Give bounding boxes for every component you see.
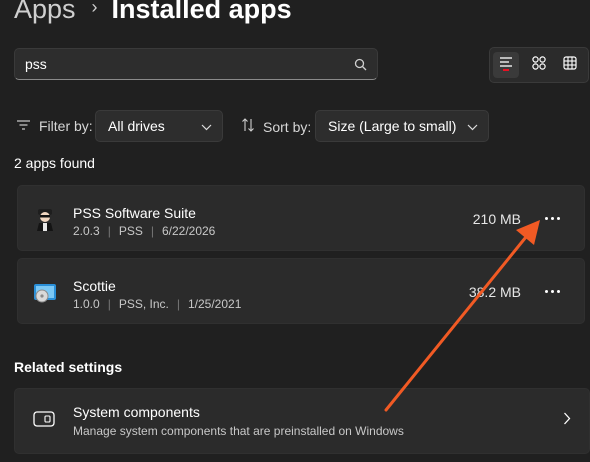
grid-view-icon [531, 55, 547, 76]
filter-label-group: Filter by: [16, 118, 93, 134]
search-box [14, 48, 378, 80]
tile-view-icon [562, 55, 578, 76]
related-settings-heading: Related settings [14, 359, 123, 375]
system-components-link[interactable]: System components Manage system componen… [14, 388, 590, 454]
app-metadata: 2.0.3 | PSS | 6/22/2026 [73, 224, 215, 238]
more-dots-icon [544, 289, 548, 293]
app-list-item-scottie[interactable]: Scottie 1.0.0 | PSS, Inc. | 1/25/2021 38… [17, 258, 585, 324]
sort-icon [241, 118, 255, 135]
system-components-description: Manage system components that are preins… [73, 424, 404, 438]
app-version: 2.0.3 [73, 224, 100, 238]
results-count: 2 apps found [14, 155, 95, 171]
scottie-icon [32, 279, 58, 305]
chevron-down-icon [201, 118, 212, 134]
app-name: Scottie [73, 278, 116, 294]
filter-label: Filter by: [39, 118, 93, 134]
sort-dropdown[interactable]: Size (Large to small) [315, 110, 489, 142]
more-dots-icon [550, 216, 554, 220]
more-dots-icon [556, 289, 560, 293]
meta-divider: | [107, 224, 111, 238]
chevron-right-icon [563, 412, 571, 430]
sort-dropdown-value: Size (Large to small) [328, 118, 457, 134]
meta-divider: | [176, 297, 180, 311]
app-name: PSS Software Suite [73, 205, 196, 221]
search-icon[interactable] [353, 57, 367, 71]
more-dots-icon [544, 216, 548, 220]
tile-view-button[interactable] [557, 52, 583, 78]
breadcrumb: Apps › Installed apps [14, 0, 292, 25]
page-title: Installed apps [111, 0, 292, 24]
app-metadata: 1.0.0 | PSS, Inc. | 1/25/2021 [73, 297, 241, 311]
chevron-down-icon [467, 118, 478, 134]
more-dots-icon [556, 216, 560, 220]
filter-dropdown-value: All drives [108, 118, 165, 134]
app-publisher: PSS, Inc. [118, 297, 169, 311]
meta-divider: | [107, 297, 111, 311]
view-toggle-group [489, 47, 589, 83]
list-view-icon [498, 55, 514, 76]
app-list-item-pss-software-suite[interactable]: PSS Software Suite 2.0.3 | PSS | 6/22/20… [17, 185, 585, 251]
app-install-date: 6/22/2026 [161, 224, 216, 238]
app-size: 210 MB [472, 211, 521, 227]
app-version: 1.0.0 [73, 297, 100, 311]
breadcrumb-apps-link[interactable]: Apps [14, 0, 76, 25]
more-options-button[interactable] [540, 281, 564, 301]
search-input[interactable] [25, 56, 353, 72]
system-components-icon [33, 411, 55, 432]
app-publisher: PSS [118, 224, 143, 238]
pss-suite-icon [32, 206, 58, 232]
more-dots-icon [550, 289, 554, 293]
grid-view-button[interactable] [526, 52, 552, 78]
filter-dropdown[interactable]: All drives [95, 110, 223, 142]
app-size: 38.2 MB [468, 284, 521, 300]
more-options-button[interactable] [540, 208, 564, 228]
breadcrumb-separator: › [91, 0, 98, 17]
sort-label: Sort by: [263, 118, 312, 135]
meta-divider: | [150, 224, 154, 238]
filter-icon [16, 118, 31, 134]
sort-label-group: Sort by: [241, 118, 311, 135]
app-install-date: 1/25/2021 [187, 297, 242, 311]
system-components-title: System components [73, 404, 200, 420]
list-view-button[interactable] [493, 52, 519, 78]
